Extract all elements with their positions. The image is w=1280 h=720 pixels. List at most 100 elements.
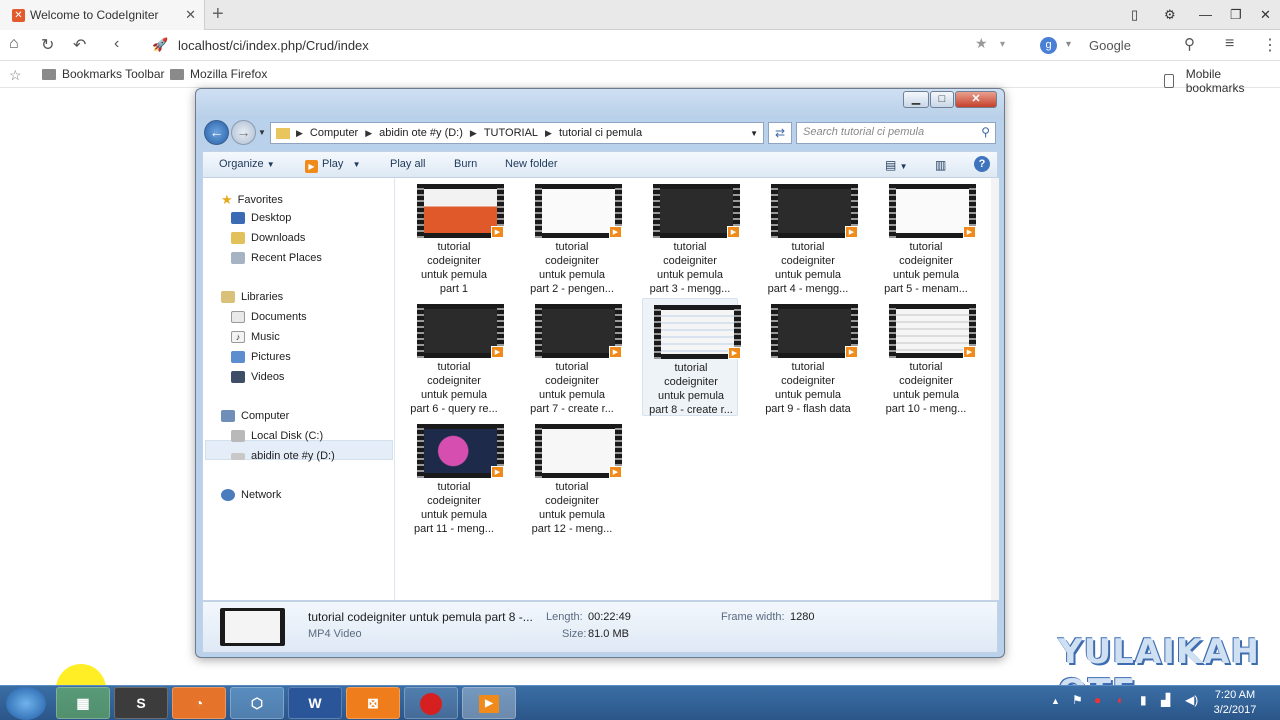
organize-button[interactable]: Organize ▼ — [219, 158, 275, 170]
explorer-close-button[interactable]: ✕ — [955, 91, 997, 108]
reading-mode-icon[interactable]: ▯ — [1131, 7, 1138, 23]
site-info-icon[interactable]: 🚀 — [152, 37, 168, 53]
tray-flag-icon[interactable]: ⚑ — [1072, 693, 1083, 707]
browser-tab[interactable]: ✕ Welcome to CodeIgniter ✕ — [0, 0, 205, 30]
bookmark-star-icon[interactable]: ★ — [975, 35, 988, 52]
forward-arrow-icon[interactable]: → — [231, 120, 256, 145]
undo-icon[interactable]: ↶ — [73, 35, 86, 55]
pictures-icon — [231, 351, 245, 363]
file-item[interactable]: ▶ tutorial codeigniter untuk pemula part 6 … — [406, 298, 504, 416]
breadcrumb-separator-icon[interactable]: ▶ — [545, 128, 552, 139]
file-item[interactable]: ▶ tutorial codeigniter untuk pemula part 4 … — [760, 178, 858, 296]
new-folder-button[interactable]: New folder — [505, 158, 558, 170]
video-thumbnail: ▶ — [535, 184, 622, 238]
recent-pages-chevron-icon[interactable]: ▼ — [258, 128, 266, 137]
address-bar[interactable]: ▶ Computer ▶ abidin ote #y (D:) ▶ TUTORI… — [270, 122, 764, 144]
breadcrumb-tutorial[interactable]: TUTORIAL — [484, 127, 538, 139]
taskbar-word-icon[interactable]: W — [288, 687, 342, 719]
system-clock[interactable]: 7:20 AM 3/2/2017 — [1206, 688, 1264, 718]
taskbar-xampp-icon[interactable]: ⊠ — [346, 687, 400, 719]
taskbar-virtualbox-icon[interactable]: ⬡ — [230, 687, 284, 719]
tab-close-icon[interactable]: ✕ — [185, 7, 196, 23]
explorer-minimize-button[interactable]: ▁ — [903, 91, 929, 108]
file-item-selected[interactable]: ▶ tutorial codeigniter untuk pemula part 8 … — [642, 298, 741, 416]
nav-downloads[interactable]: Downloads — [231, 232, 305, 244]
star-icon[interactable]: ☆ — [9, 67, 22, 84]
refresh-icon[interactable]: ⇄ — [768, 122, 792, 144]
home-icon[interactable]: ⌂ — [9, 35, 19, 53]
engine-chevron-icon[interactable]: ▾ — [1066, 39, 1071, 50]
nav-desktop[interactable]: Desktop — [231, 212, 291, 224]
nav-recent-places[interactable]: Recent Places — [231, 252, 322, 264]
taskbar-recorder-icon[interactable] — [404, 687, 458, 719]
search-engine-icon[interactable]: g — [1040, 37, 1057, 54]
taskbar-uc-browser-icon[interactable]: ◔ — [172, 687, 226, 719]
preview-pane-icon[interactable]: ▥ — [935, 158, 946, 172]
file-item[interactable]: ▶ tutorial codeigniter untuk pemula part 10… — [878, 298, 976, 416]
tray-expand-icon[interactable]: ▲ — [1051, 696, 1060, 706]
search-icon[interactable]: ⚲ — [1184, 35, 1195, 53]
menu-icon[interactable]: ≡ — [1225, 35, 1234, 53]
search-icon[interactable]: ⚲ — [981, 125, 990, 139]
file-item[interactable]: ▶ tutorial codeigniter untuk pemula part 2 … — [524, 178, 622, 296]
tray-network-icon[interactable]: ▟ — [1161, 693, 1170, 707]
breadcrumb-separator-icon[interactable]: ▶ — [296, 128, 303, 139]
search-engine-label[interactable]: Google — [1089, 38, 1131, 53]
file-label: tutorial codeigniter untuk pemula part 4 - … — [767, 241, 849, 295]
change-view-icon[interactable]: ▤ ▼ — [885, 158, 908, 172]
bookmark-item[interactable]: Bookmarks Toolbar — [42, 67, 165, 81]
start-button[interactable] — [6, 687, 46, 720]
breadcrumb-drive[interactable]: abidin ote #y (D:) — [379, 127, 463, 139]
nav-videos[interactable]: Videos — [231, 371, 284, 383]
explorer-maximize-button[interactable]: □ — [930, 91, 954, 108]
nav-music[interactable]: ♪ Music — [231, 331, 280, 343]
play-all-button[interactable]: Play all — [390, 158, 425, 170]
taskbar-app-files-icon[interactable]: ▦ — [56, 687, 110, 719]
nav-drive-d[interactable]: abidin ote #y (D:) — [231, 450, 335, 462]
nav-documents[interactable]: Documents — [231, 311, 307, 323]
search-input[interactable]: Search tutorial ci pemula ⚲ — [796, 122, 996, 144]
restore-button[interactable]: ❐ — [1230, 7, 1242, 23]
bookmark-item[interactable]: Mozilla Firefox — [170, 67, 267, 81]
file-item[interactable]: ▶ tutorial codeigniter untuk pemula part 12… — [524, 418, 622, 536]
help-icon[interactable]: ? — [974, 156, 990, 172]
nav-network[interactable]: Network — [221, 489, 281, 501]
play-badge-icon: ▶ — [727, 226, 740, 238]
nav-pictures[interactable]: Pictures — [231, 351, 291, 363]
nav-favorites[interactable]: ★ Favorites — [221, 192, 283, 208]
breadcrumb-separator-icon[interactable]: ▶ — [470, 128, 477, 139]
taskbar-sublime-icon[interactable]: S — [114, 687, 168, 719]
chevron-down-icon[interactable]: ▾ — [1000, 39, 1005, 50]
reload-icon[interactable]: ↻ — [41, 35, 54, 55]
breadcrumb-separator-icon[interactable]: ▶ — [365, 128, 372, 139]
file-item[interactable]: ▶ tutorial codeigniter untuk pemula part 7 … — [524, 298, 622, 416]
back-arrow-icon[interactable]: ← — [204, 120, 229, 145]
back-icon[interactable]: ‹ — [114, 35, 119, 53]
address-dropdown-icon[interactable]: ▼ — [750, 129, 758, 138]
extensions-icon[interactable]: ⚙ — [1164, 7, 1176, 23]
burn-button[interactable]: Burn — [454, 158, 477, 170]
file-item[interactable]: ▶ tutorial codeigniter untuk pemula part 11… — [406, 418, 504, 536]
tray-battery-icon[interactable]: ▮ — [1140, 693, 1147, 707]
file-item[interactable]: ▶ tutorial codeigniter untuk pemula part 5 … — [878, 178, 976, 296]
nav-libraries[interactable]: Libraries — [221, 291, 283, 303]
minimize-button[interactable]: — — [1199, 7, 1212, 22]
new-tab-button[interactable]: + — [212, 3, 224, 26]
tray-app-icon[interactable]: ◐ — [1117, 693, 1124, 707]
close-window-button[interactable]: ✕ — [1260, 7, 1271, 23]
nav-local-disk[interactable]: Local Disk (C:) — [231, 430, 323, 442]
file-item[interactable]: ▶ tutorial codeigniter untuk pemula part 1 — [406, 178, 504, 296]
taskbar-media-player-icon[interactable]: ▶ — [462, 687, 516, 719]
play-button[interactable]: ▶ Play ▼ — [305, 158, 361, 173]
more-icon[interactable]: ⋮ — [1262, 35, 1278, 55]
breadcrumb-current-folder[interactable]: tutorial ci pemula — [559, 127, 642, 139]
file-item[interactable]: ▶ tutorial codeigniter untuk pemula part 3 … — [642, 178, 740, 296]
nav-computer[interactable]: Computer — [221, 410, 289, 422]
mobile-bookmarks[interactable]: Mobile bookmarks — [1164, 67, 1280, 95]
tray-record-icon[interactable]: ● — [1094, 693, 1101, 707]
vertical-scrollbar[interactable] — [991, 178, 999, 600]
breadcrumb-computer[interactable]: Computer — [310, 127, 358, 139]
url-field[interactable]: localhost/ci/index.php/Crud/index — [178, 38, 369, 53]
tray-volume-icon[interactable]: ◀) — [1185, 693, 1198, 707]
file-item[interactable]: ▶ tutorial codeigniter untuk pemula part 9 … — [760, 298, 858, 416]
